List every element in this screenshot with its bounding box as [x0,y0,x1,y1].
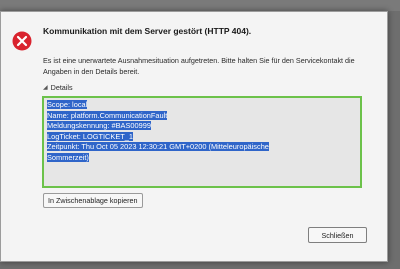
background-window [0,0,400,11]
detail-line: LogTicket: LOGTICKET_1 [47,131,133,141]
close-button[interactable]: Schließen [308,227,367,243]
detail-line: Sommerzeit) [47,152,89,162]
copy-to-clipboard-button[interactable]: In Zwischenablage kopieren [43,193,143,208]
details-toggle[interactable]: ◢ Details [43,83,73,92]
details-textarea[interactable]: Scope: local Name: platform.Communicatio… [42,96,362,188]
detail-line: Scope: local [47,100,88,109]
dialog-title: Kommunikation mit dem Server gestört (HT… [43,26,252,36]
error-dialog: Kommunikation mit dem Server gestört (HT… [0,11,388,262]
details-label: Details [50,83,73,92]
dialog-message: Es ist eine unerwartete Ausnahmesituatio… [43,56,355,76]
error-icon [12,31,32,51]
detail-line: Zeitpunkt: Thu Oct 05 2023 12:30:21 GMT+… [47,142,269,151]
detail-line: Meldungskennung: #BAS00999 [47,121,151,130]
detail-line: Name: platform.CommunicationFault [47,110,168,120]
collapse-triangle-icon: ◢ [43,85,48,91]
